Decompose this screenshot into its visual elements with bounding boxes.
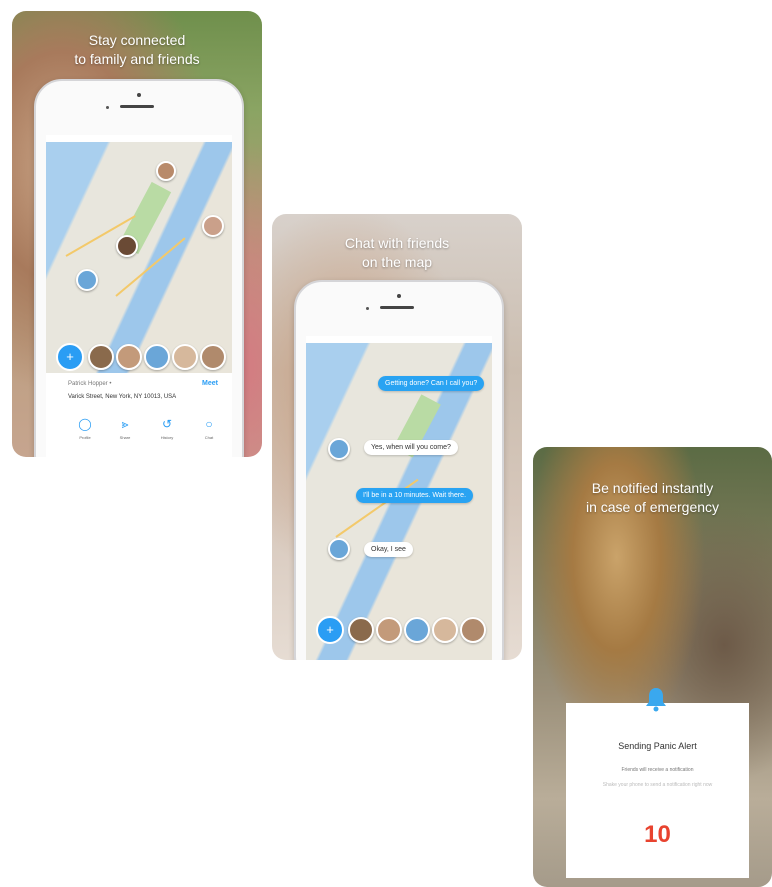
sensor bbox=[106, 106, 109, 109]
camera bbox=[137, 93, 141, 97]
friend-avatar[interactable] bbox=[348, 617, 374, 643]
panic-alert-dialog: Sending Panic Alert Friends will receive… bbox=[566, 703, 749, 878]
friend-avatar[interactable] bbox=[404, 617, 430, 643]
friend-pin[interactable] bbox=[76, 269, 98, 291]
friend-pin[interactable] bbox=[116, 235, 138, 257]
card-emergency: Be notified instantly in case of emergen… bbox=[533, 447, 772, 887]
alert-countdown: 10 bbox=[644, 821, 671, 848]
history-icon: ↺ bbox=[161, 417, 173, 431]
alert-title: Sending Panic Alert bbox=[618, 741, 697, 751]
card-headline: Be notified instantly in case of emergen… bbox=[533, 479, 772, 517]
action-bar: ◯ Profile ⪢ Share ↺ History ○ Chat bbox=[68, 417, 218, 447]
friend-avatar[interactable] bbox=[376, 617, 402, 643]
phone-screen[interactable]: + Patrick Hopper • Meet Varick Street, N… bbox=[46, 135, 232, 457]
card-chat-on-map: Chat with friends on the map Getting don… bbox=[272, 214, 522, 660]
friend-avatar[interactable] bbox=[88, 344, 114, 370]
add-friend-button[interactable]: + bbox=[316, 616, 344, 644]
speaker bbox=[120, 105, 154, 108]
share-button[interactable]: ⪢ Share bbox=[108, 417, 142, 440]
action-label: Share bbox=[119, 435, 131, 440]
headline-line-2: to family and friends bbox=[74, 51, 200, 67]
action-label: History bbox=[160, 435, 174, 440]
friend-pin[interactable] bbox=[156, 161, 176, 181]
card-headline: Chat with friends on the map bbox=[272, 234, 522, 272]
headline-line-2: on the map bbox=[361, 254, 433, 270]
phone-frame: Getting done? Can I call you? Yes, when … bbox=[294, 280, 504, 660]
alert-hint: Shake your phone to send a notification … bbox=[602, 782, 713, 788]
friend-avatar[interactable] bbox=[460, 617, 486, 643]
bell-icon bbox=[646, 688, 666, 712]
friends-strip: + bbox=[306, 612, 492, 646]
friend-info-panel: Patrick Hopper • Meet Varick Street, New… bbox=[46, 373, 232, 457]
friend-avatar[interactable] bbox=[144, 344, 170, 370]
message-bubble-sent[interactable]: Getting done? Can I call you? bbox=[378, 376, 485, 391]
headline-line-2: in case of emergency bbox=[585, 499, 720, 515]
headline-line-1: Chat with friends bbox=[344, 235, 450, 251]
speaker bbox=[380, 306, 414, 309]
friend-pin[interactable] bbox=[328, 538, 350, 560]
status-bar bbox=[46, 135, 232, 142]
share-icon: ⪢ bbox=[121, 417, 129, 431]
card-stay-connected: Stay connected to family and friends + P… bbox=[12, 11, 262, 457]
status-bar bbox=[306, 336, 492, 343]
meet-button[interactable]: Meet bbox=[202, 380, 218, 387]
chat-icon: ○ bbox=[205, 417, 213, 431]
message-bubble-sent[interactable]: I'll be in a 10 minutes. Wait there. bbox=[356, 488, 474, 503]
phone-frame: + Patrick Hopper • Meet Varick Street, N… bbox=[34, 79, 244, 457]
friend-avatar[interactable] bbox=[116, 344, 142, 370]
friend-pin[interactable] bbox=[202, 215, 224, 237]
friend-avatar[interactable] bbox=[200, 344, 226, 370]
phone-screen[interactable]: Getting done? Can I call you? Yes, when … bbox=[306, 336, 492, 660]
message-bubble-received[interactable]: Yes, when will you come? bbox=[364, 440, 458, 455]
add-friend-button[interactable]: + bbox=[56, 343, 84, 371]
message-bubble-received[interactable]: Okay, I see bbox=[364, 542, 413, 557]
action-label: Profile bbox=[79, 435, 91, 440]
friend-pin[interactable] bbox=[328, 438, 350, 460]
friends-strip: + bbox=[46, 339, 232, 373]
card-headline: Stay connected to family and friends bbox=[12, 31, 262, 69]
friend-name: Patrick Hopper • bbox=[68, 381, 112, 387]
friend-avatar[interactable] bbox=[172, 344, 198, 370]
chat-button[interactable]: ○ Chat bbox=[192, 417, 226, 440]
action-label: Chat bbox=[204, 435, 214, 440]
history-button[interactable]: ↺ History bbox=[150, 417, 184, 440]
headline-line-1: Be notified instantly bbox=[591, 480, 714, 496]
camera bbox=[397, 294, 401, 298]
friend-address: Varick Street, New York, NY 10013, USA bbox=[68, 394, 177, 400]
alert-subtitle: Friends will receive a notification bbox=[621, 767, 694, 773]
sensor bbox=[366, 307, 369, 310]
headline-line-1: Stay connected bbox=[88, 32, 186, 48]
profile-button[interactable]: ◯ Profile bbox=[68, 417, 102, 440]
friend-avatar[interactable] bbox=[432, 617, 458, 643]
profile-icon: ◯ bbox=[78, 417, 92, 431]
